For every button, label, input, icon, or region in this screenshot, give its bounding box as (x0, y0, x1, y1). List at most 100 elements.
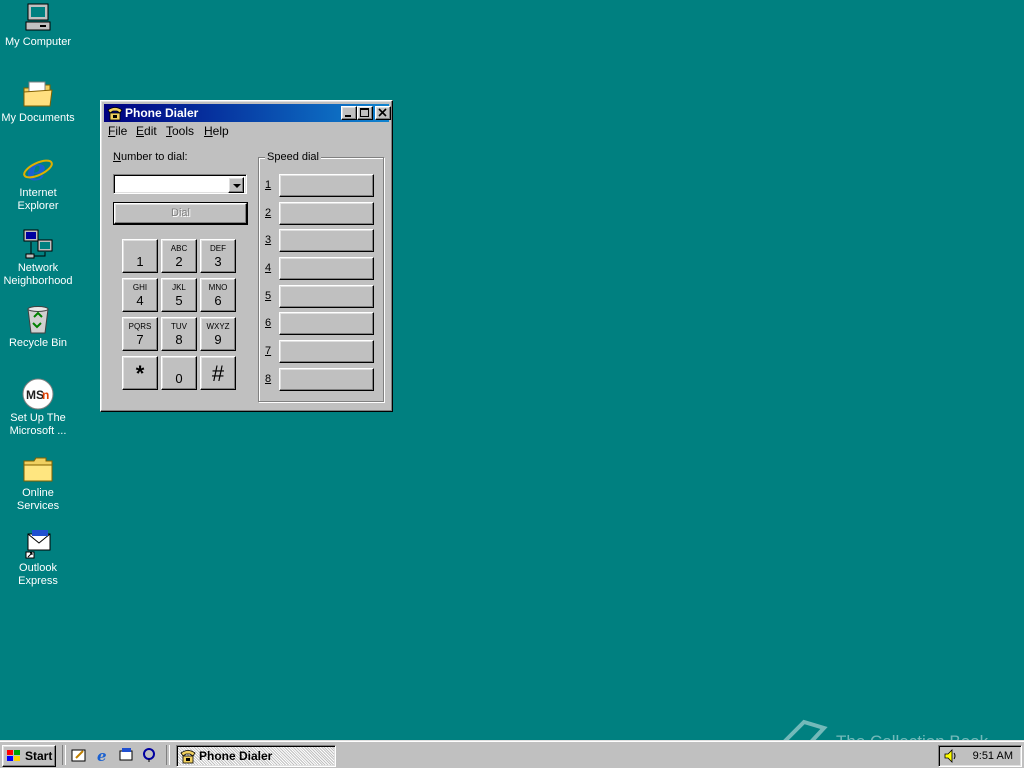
desktop-icon-label: Network (17, 262, 59, 274)
desktop-icon-label: Microsoft ... (9, 425, 67, 437)
desktop-icon-internet-explorer[interactable]: e Internet Explorer (0, 153, 76, 213)
clock[interactable]: 9:51 AM (973, 750, 1013, 762)
system-tray: 9:51 AM (938, 745, 1022, 767)
speed-dial-button-6[interactable] (279, 312, 374, 335)
keypad-key-0[interactable]: 0 (161, 356, 197, 390)
svg-text:n: n (42, 388, 49, 402)
taskbar-button-label: Phone Dialer (199, 749, 273, 763)
svg-text:e: e (97, 747, 107, 763)
menu-help[interactable]: Help (204, 124, 229, 138)
speed-dial-number: 7 (265, 345, 272, 357)
menu-tools[interactable]: Tools (166, 124, 194, 138)
key-letters: WXYZ (206, 322, 230, 331)
close-button[interactable] (375, 106, 391, 120)
key-digit: 1 (136, 254, 144, 269)
speed-dial-button-4[interactable] (279, 257, 374, 280)
folder-icon (22, 453, 54, 485)
key-digit: 9 (214, 332, 222, 347)
maximize-icon (360, 108, 369, 117)
start-button[interactable]: Start (2, 745, 56, 767)
desktop-icon-label: Set Up The (10, 412, 66, 424)
dial-button-label: Dial (171, 207, 190, 219)
speed-dial-number: 2 (265, 207, 272, 219)
channels-quick-icon[interactable] (141, 747, 157, 763)
desktop-icon-label: Neighborhood (3, 275, 73, 287)
internet-explorer-quick-icon[interactable]: e (95, 747, 111, 765)
keypad-key-6[interactable]: MNO 6 (200, 278, 236, 312)
desktop-icon-label: Explorer (17, 200, 59, 212)
window-title: Phone Dialer (125, 106, 199, 120)
number-to-dial-combobox[interactable] (113, 174, 247, 194)
speed-dial-button-8[interactable] (279, 368, 374, 391)
phone-dialer-window: Phone Dialer File Edit Tools Help Number… (100, 100, 393, 412)
my-documents-icon (22, 78, 54, 110)
keypad-key-8[interactable]: TUV 8 (161, 317, 197, 351)
phone-icon (180, 750, 196, 764)
speed-dial-number: 6 (265, 317, 272, 329)
menu-file[interactable]: File (108, 124, 127, 138)
desktop-icon-online-services[interactable]: Online Services (0, 453, 76, 513)
desktop-icon-outlook-express[interactable]: Outlook Express (0, 528, 76, 588)
desktop-icon-recycle-bin[interactable]: Recycle Bin (0, 303, 76, 350)
keypad-key-4[interactable]: GHI 4 (122, 278, 158, 312)
msn-icon: MS n (22, 378, 54, 410)
speed-dial-button-2[interactable] (279, 202, 374, 225)
speed-dial-number: 5 (265, 290, 272, 302)
keypad-key-1[interactable]: 1 (122, 239, 158, 273)
dial-button[interactable]: Dial (113, 202, 248, 225)
desktop-icon-my-computer[interactable]: My Computer (0, 2, 76, 49)
phone-icon (107, 105, 123, 121)
desktop-icon-my-documents[interactable]: My Documents (0, 78, 76, 125)
speed-dial-legend: Speed dial (265, 151, 321, 163)
my-computer-icon (22, 2, 54, 34)
speed-dial-button-5[interactable] (279, 285, 374, 308)
keypad-key-7[interactable]: PQRS 7 (122, 317, 158, 351)
outlook-express-quick-icon[interactable] (118, 747, 134, 763)
speed-dial-button-7[interactable] (279, 340, 374, 363)
taskbar-separator (62, 745, 66, 765)
keypad-key-star[interactable]: * (122, 356, 158, 390)
desktop-icon-network-neighborhood[interactable]: Network Neighborhood (0, 228, 76, 288)
key-digit: 2 (175, 254, 183, 269)
speed-dial-number: 3 (265, 234, 272, 246)
desktop-icon-label: My Documents (1, 112, 75, 124)
taskbar-separator (166, 745, 170, 765)
title-bar[interactable]: Phone Dialer (104, 104, 391, 122)
close-icon (378, 108, 387, 117)
desktop-icon-label: Express (18, 575, 58, 587)
menu-bar: File Edit Tools Help (104, 123, 389, 141)
minimize-button[interactable] (341, 106, 357, 120)
desktop-icon-label: Recycle Bin (8, 337, 68, 349)
menu-edit[interactable]: Edit (136, 124, 157, 138)
number-to-dial-label: Number to dial: (113, 151, 188, 163)
key-letters: PQRS (128, 322, 152, 331)
key-digit: 7 (136, 332, 144, 347)
keypad-key-2[interactable]: ABC 2 (161, 239, 197, 273)
dropdown-arrow-button[interactable] (228, 177, 244, 193)
key-letters: TUV (171, 322, 187, 331)
keypad-key-pound[interactable]: # (200, 356, 236, 390)
maximize-button[interactable] (357, 106, 373, 120)
keypad-key-5[interactable]: JKL 5 (161, 278, 197, 312)
network-neighborhood-icon (22, 228, 54, 260)
show-desktop-icon[interactable] (71, 747, 87, 763)
desktop-icon-label: My Computer (4, 36, 72, 48)
taskbar: Start e Phone Dialer 9:51 AM (0, 740, 1024, 768)
desktop-icon-msn-setup[interactable]: MS n Set Up The Microsoft ... (0, 378, 76, 438)
volume-icon[interactable] (943, 748, 959, 764)
desktop-icon-label: Outlook (19, 562, 57, 574)
speed-dial-button-3[interactable] (279, 229, 374, 252)
desktop-icon-label: Services (16, 500, 60, 512)
dialer-client-area: Number to dial: Dial 1 ABC 2 DEF 3 GHI 4 (104, 141, 389, 409)
taskbar-button-phone-dialer[interactable]: Phone Dialer (176, 745, 336, 767)
speed-dial-group: Speed dial 1 2 3 4 5 6 7 8 (258, 151, 384, 402)
keypad-key-9[interactable]: WXYZ 9 (200, 317, 236, 351)
svg-text:e: e (27, 153, 46, 185)
speed-dial-button-1[interactable] (279, 174, 374, 197)
desktop-icon-label: Internet (19, 187, 57, 199)
key-digit: 5 (175, 293, 183, 308)
keypad-key-3[interactable]: DEF 3 (200, 239, 236, 273)
key-digit: 6 (214, 293, 222, 308)
key-symbol: * (135, 361, 145, 386)
speed-dial-number: 1 (265, 179, 272, 191)
